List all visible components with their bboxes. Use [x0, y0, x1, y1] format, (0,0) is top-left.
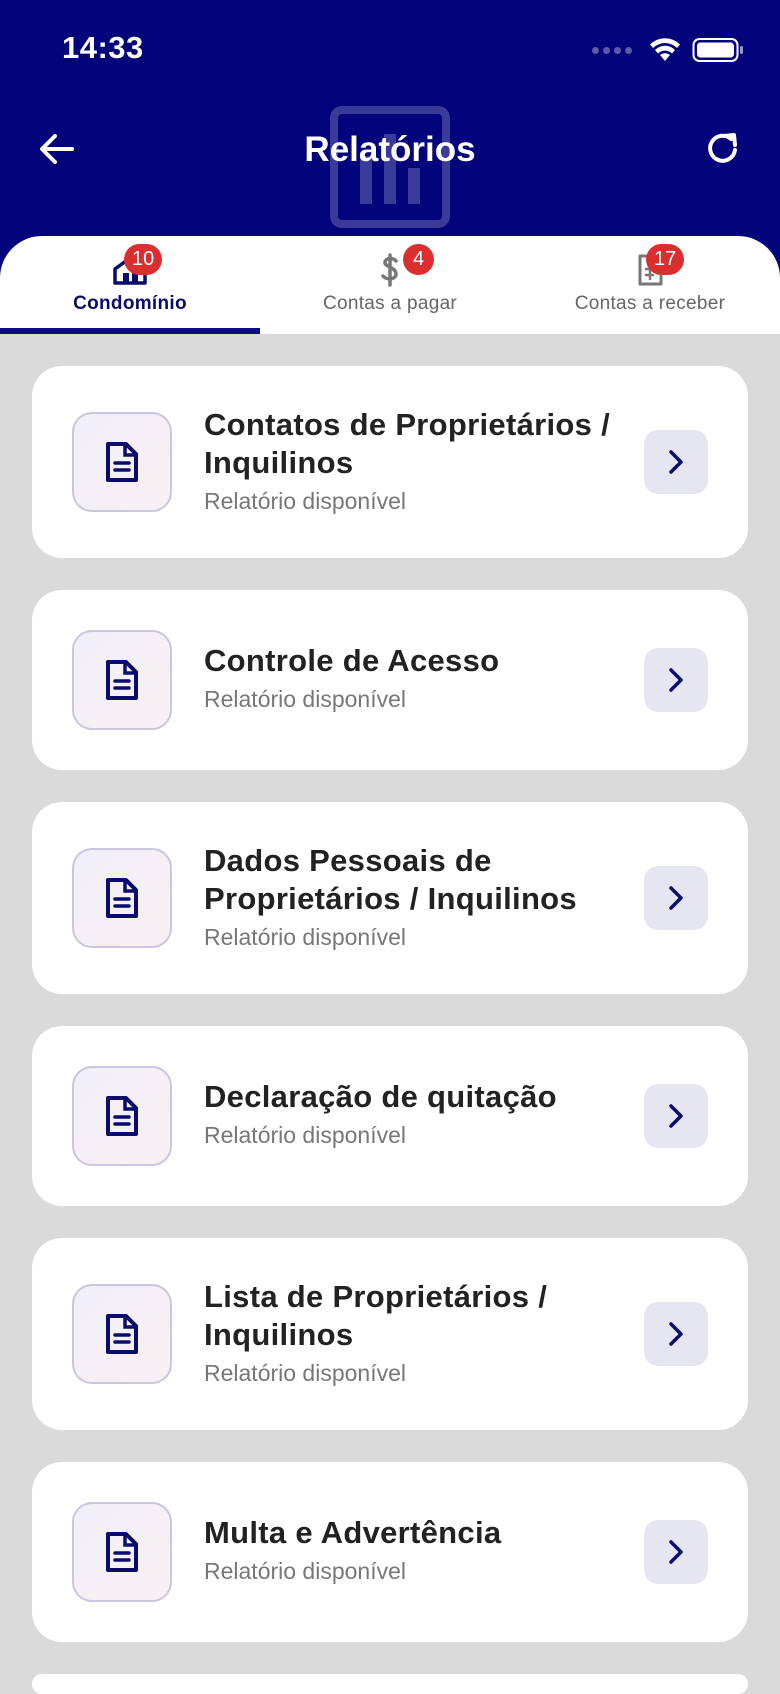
document-icon [72, 1066, 172, 1166]
report-card[interactable]: Dados Pessoais de Proprietários / Inquil… [32, 802, 748, 994]
report-subtitle: Relatório disponível [204, 686, 407, 712]
tab-label: Contas a receber [574, 293, 726, 314]
document-icon [72, 1284, 172, 1384]
tab-label: Condomínio [73, 293, 187, 314]
report-subtitle: Relatório disponível [204, 1360, 407, 1386]
report-card[interactable]: Contatos de Proprietários / Inquilinos R… [32, 366, 748, 558]
chevron-right-icon [669, 1540, 683, 1564]
open-report-button[interactable] [644, 866, 708, 930]
document-icon [72, 1502, 172, 1602]
refresh-button[interactable] [700, 126, 746, 172]
tab-badge: 4 [403, 244, 434, 275]
document-icon [72, 848, 172, 948]
report-subtitle: Relatório disponível [204, 1558, 407, 1584]
document-icon [72, 630, 172, 730]
chevron-right-icon [669, 1322, 683, 1346]
open-report-button[interactable] [644, 1520, 708, 1584]
report-card[interactable]: Lista de Proprietários / Inquilinos Rela… [32, 1238, 748, 1430]
cellular-signal-icon [592, 46, 632, 54]
tab-badge: 10 [124, 244, 163, 275]
report-title: Lista de Proprietários / Inquilinos [204, 1279, 548, 1352]
report-title: Dados Pessoais de Proprietários / Inquil… [204, 843, 577, 916]
active-tab-indicator [0, 328, 260, 334]
chevron-right-icon [669, 668, 683, 692]
report-title: Multa e Advertência [204, 1515, 502, 1550]
tab-label: Contas a pagar [322, 293, 458, 314]
report-subtitle: Relatório disponível [204, 924, 407, 950]
report-title: Contatos de Proprietários / Inquilinos [204, 407, 610, 480]
tab-contas-a-pagar[interactable]: 4 Contas a pagar [260, 236, 520, 334]
report-subtitle: Relatório disponível [204, 1122, 407, 1148]
open-report-button[interactable] [644, 1084, 708, 1148]
wifi-icon [650, 38, 680, 61]
chevron-right-icon [669, 450, 683, 474]
report-subtitle: Relatório disponível [204, 488, 407, 514]
battery-icon [692, 38, 743, 62]
chevron-right-icon [669, 1104, 683, 1128]
tab-condominio[interactable]: 10 Condomínio [0, 236, 260, 334]
chevron-right-icon [669, 886, 683, 910]
report-title: Controle de Acesso [204, 643, 500, 678]
document-icon [72, 412, 172, 512]
tab-contas-a-receber[interactable]: 17 Contas a receber [520, 236, 780, 334]
refresh-icon [708, 133, 737, 163]
tab-bar: 10 Condomínio 4 Contas a pagar 17 Contas… [0, 236, 780, 334]
status-icons [592, 32, 744, 68]
open-report-button[interactable] [644, 648, 708, 712]
report-card[interactable]: Multa e Advertência Relatório disponível [32, 1462, 748, 1642]
report-card[interactable]: Declaração de quitação Relatório disponí… [32, 1026, 748, 1206]
open-report-button[interactable] [644, 430, 708, 494]
open-report-button[interactable] [644, 1302, 708, 1366]
tab-badge: 17 [646, 244, 685, 275]
page-title: Relatórios [304, 130, 476, 169]
report-card[interactable]: Controle de Acesso Relatório disponível [32, 590, 748, 770]
report-title: Declaração de quitação [204, 1079, 557, 1114]
status-time: 14:33 [62, 30, 144, 65]
report-card[interactable] [32, 1674, 748, 1694]
